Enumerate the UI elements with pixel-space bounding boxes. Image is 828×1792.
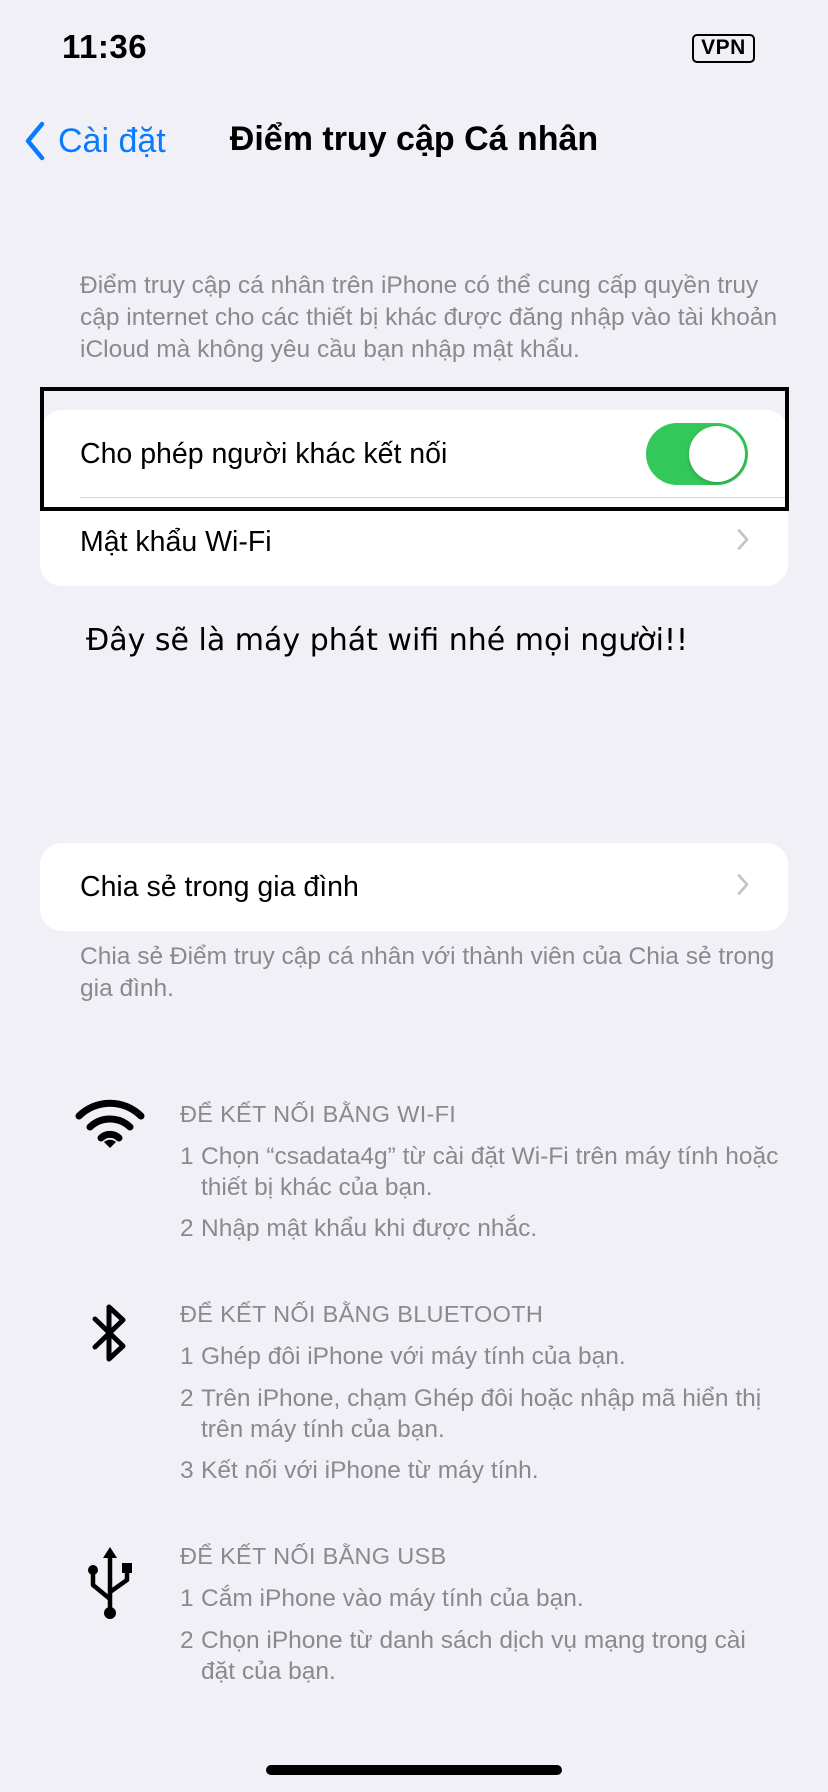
page-title: Điểm truy cập Cá nhân: [0, 120, 828, 159]
status-time: 11:36: [62, 28, 148, 65]
step-text: Cắm iPhone vào máy tính của bạn.: [201, 1585, 584, 1612]
chevron-right-icon: [736, 528, 750, 557]
usb-step: 2 Chọn iPhone từ danh sách dịch vụ mạng …: [180, 1625, 780, 1687]
step-number: 1: [180, 1585, 194, 1612]
family-sharing-group: Chia sẻ trong gia đình: [40, 843, 788, 931]
home-indicator: [266, 1765, 562, 1775]
allow-others-row[interactable]: Cho phép người khác kết nối: [40, 410, 788, 498]
step-text: Kết nối với iPhone từ máy tính.: [201, 1457, 539, 1484]
usb-icon: [68, 1543, 152, 1627]
vpn-badge: VPN: [692, 34, 755, 63]
step-text: Ghép đôi iPhone với máy tính của bạn.: [201, 1343, 626, 1370]
hotspot-settings-group: Cho phép người khác kết nối Mật khẩu Wi-…: [40, 410, 788, 586]
step-text: Nhập mật khẩu khi được nhắc.: [201, 1215, 538, 1242]
allow-others-label: Cho phép người khác kết nối: [80, 437, 448, 470]
step-number: 2: [180, 1215, 194, 1242]
allow-others-toggle[interactable]: [646, 423, 748, 485]
step-number: 3: [180, 1457, 194, 1484]
bluetooth-section-heading: ĐỂ KẾT NỐI BẰNG BLUETOOTH: [180, 1301, 544, 1327]
chevron-right-icon: [736, 873, 750, 902]
wifi-password-row[interactable]: Mật khẩu Wi-Fi: [40, 498, 788, 586]
intro-description: Điểm truy cập cá nhân trên iPhone có thể…: [80, 272, 778, 363]
bluetooth-icon: [68, 1302, 152, 1386]
step-text: Trên iPhone, chạm Ghép đôi hoặc nhập mã …: [201, 1385, 762, 1443]
usb-step: 1 Cắm iPhone vào máy tính của bạn.: [180, 1583, 780, 1614]
step-text: Chọn iPhone từ danh sách dịch vụ mạng tr…: [201, 1627, 746, 1685]
usb-section-heading: ĐỂ KẾT NỐI BẰNG USB: [180, 1543, 447, 1569]
wifi-icon: [68, 1098, 152, 1182]
toggle-knob: [689, 426, 745, 482]
family-sharing-label: Chia sẻ trong gia đình: [80, 870, 359, 903]
step-number: 1: [180, 1343, 194, 1370]
step-number: 2: [180, 1627, 194, 1654]
page-title-text: Điểm truy cập Cá nhân: [229, 120, 599, 158]
annotation-caption: Đây sẽ là máy phát wifi nhé mọi người!!: [86, 623, 689, 658]
step-text: Chọn “csadata4g” từ cài đặt Wi-Fi trên m…: [201, 1143, 779, 1201]
wifi-step: 2 Nhập mật khẩu khi được nhắc.: [180, 1213, 780, 1244]
wifi-password-label: Mật khẩu Wi-Fi: [80, 525, 272, 558]
wifi-section-heading: ĐỂ KẾT NỐI BẰNG WI-FI: [180, 1101, 457, 1127]
bluetooth-step: 2 Trên iPhone, chạm Ghép đôi hoặc nhập m…: [180, 1383, 780, 1445]
bluetooth-step: 3 Kết nối với iPhone từ máy tính.: [180, 1455, 780, 1486]
step-number: 2: [180, 1385, 194, 1412]
family-sharing-description: Chia sẻ Điểm truy cập cá nhân với thành …: [80, 943, 775, 1002]
step-number: 1: [180, 1143, 194, 1170]
wifi-step: 1 Chọn “csadata4g” từ cài đặt Wi-Fi trên…: [180, 1141, 780, 1203]
family-sharing-row[interactable]: Chia sẻ trong gia đình: [40, 843, 788, 931]
bluetooth-step: 1 Ghép đôi iPhone với máy tính của bạn.: [180, 1341, 780, 1372]
